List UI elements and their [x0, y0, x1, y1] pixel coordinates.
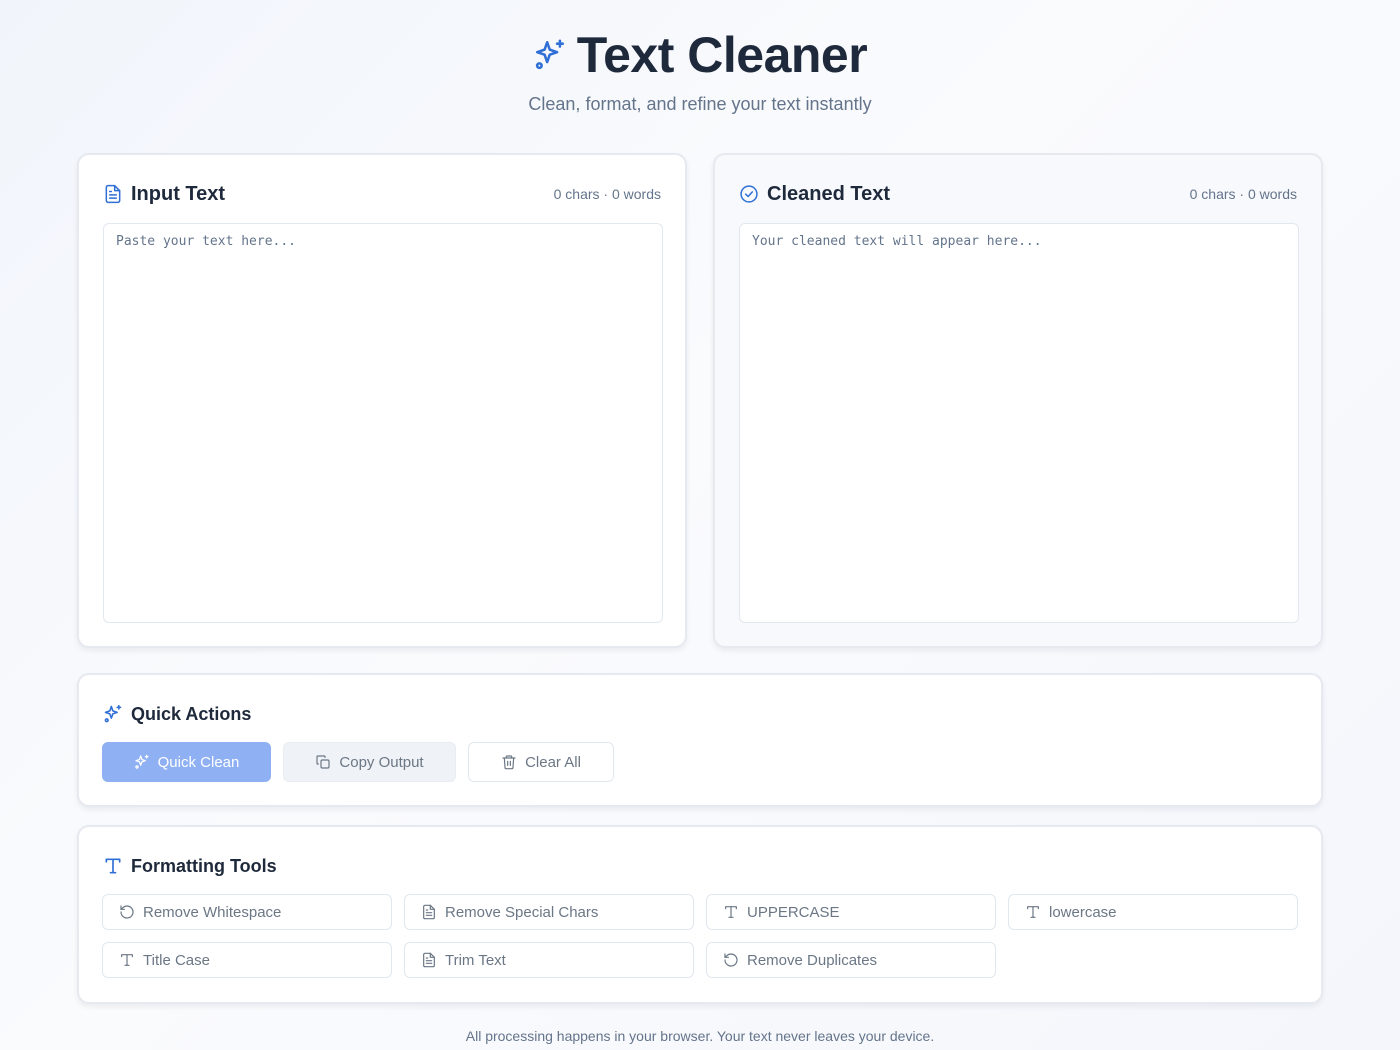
- trim-text-button[interactable]: Trim Text: [404, 942, 694, 978]
- file-text-icon: [423, 904, 435, 920]
- remove-special-chars-button[interactable]: Remove Special Chars: [404, 894, 694, 930]
- input-char-word-count: 0 chars · 0 words: [553, 186, 661, 202]
- uppercase-button[interactable]: UPPERCASE: [706, 894, 996, 930]
- page-header: Text Cleaner Clean, format, and refine y…: [0, 26, 1400, 115]
- clear-all-button[interactable]: Clear All: [468, 742, 614, 782]
- sparkles-icon: [134, 754, 149, 769]
- input-panel-header: Input Text 0 chars · 0 words: [103, 179, 661, 209]
- quick-clean-label: Quick Clean: [157, 753, 240, 771]
- copy-output-button[interactable]: Copy Output: [283, 742, 456, 782]
- rotate-ccw-icon: [724, 953, 738, 967]
- type-icon: [121, 954, 133, 966]
- title-case-button[interactable]: Title Case: [102, 942, 392, 978]
- remove-whitespace-label: Remove Whitespace: [143, 903, 282, 921]
- remove-whitespace-button[interactable]: Remove Whitespace: [102, 894, 392, 930]
- type-icon: [1027, 906, 1039, 918]
- sparkles-icon: [535, 39, 564, 70]
- trash-icon: [502, 755, 516, 770]
- copy-icon: [316, 755, 330, 769]
- uppercase-label: UPPERCASE: [747, 903, 840, 921]
- sparkles-icon: [104, 704, 122, 723]
- output-textarea[interactable]: [739, 223, 1299, 623]
- lowercase-label: lowercase: [1049, 903, 1117, 921]
- clear-all-label: Clear All: [525, 753, 581, 771]
- copy-output-label: Copy Output: [339, 753, 424, 771]
- formatting-tools-card: Formatting Tools Remove Whitespace Remov…: [77, 825, 1323, 1004]
- privacy-footer: All processing happens in your browser. …: [465, 1028, 935, 1044]
- formatting-tools-title: Formatting Tools: [131, 855, 277, 876]
- page-title: Text Cleaner: [576, 27, 868, 83]
- rotate-ccw-icon: [120, 905, 134, 919]
- quick-clean-button[interactable]: Quick Clean: [102, 742, 271, 782]
- formatting-tools-header: Formatting Tools: [103, 853, 277, 879]
- title-row: Text Cleaner: [0, 26, 1400, 84]
- input-panel-title: Input Text: [103, 183, 225, 206]
- page-subtitle: Clean, format, and refine your text inst…: [528, 94, 872, 114]
- output-panel-label: Cleaned Text: [767, 182, 890, 205]
- trim-text-label: Trim Text: [445, 951, 506, 969]
- type-icon: [725, 906, 737, 918]
- quick-actions-title: Quick Actions: [131, 703, 252, 724]
- output-panel: Cleaned Text 0 chars · 0 words: [713, 153, 1323, 648]
- title-case-label: Title Case: [143, 951, 210, 969]
- output-char-word-count: 0 chars · 0 words: [1189, 186, 1297, 202]
- file-text-icon: [105, 184, 121, 204]
- quick-actions-header: Quick Actions: [103, 701, 251, 727]
- check-circle-icon: [740, 185, 758, 203]
- remove-duplicates-label: Remove Duplicates: [747, 951, 878, 969]
- input-panel-label: Input Text: [131, 182, 226, 205]
- type-icon: [105, 858, 121, 874]
- input-panel: Input Text 0 chars · 0 words: [77, 153, 687, 648]
- output-panel-title: Cleaned Text: [739, 183, 890, 206]
- quick-actions-card: Quick Actions Quick Clean Copy Output Cl…: [77, 673, 1323, 807]
- remove-duplicates-button[interactable]: Remove Duplicates: [706, 942, 996, 978]
- remove-special-chars-label: Remove Special Chars: [445, 903, 599, 921]
- file-text-icon: [423, 952, 435, 968]
- lowercase-button[interactable]: lowercase: [1008, 894, 1298, 930]
- input-textarea[interactable]: [103, 223, 663, 623]
- output-panel-header: Cleaned Text 0 chars · 0 words: [739, 179, 1297, 209]
